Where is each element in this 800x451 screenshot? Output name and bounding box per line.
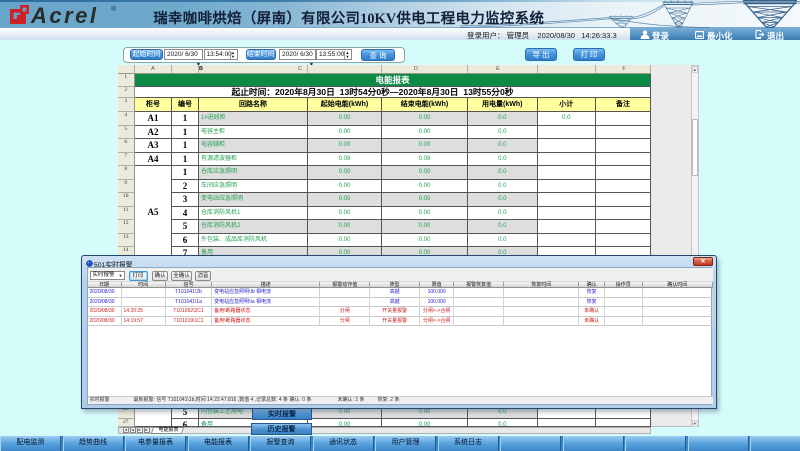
svg-text:®: ® — [111, 5, 117, 13]
svg-text:Acrel: Acrel — [30, 3, 99, 27]
